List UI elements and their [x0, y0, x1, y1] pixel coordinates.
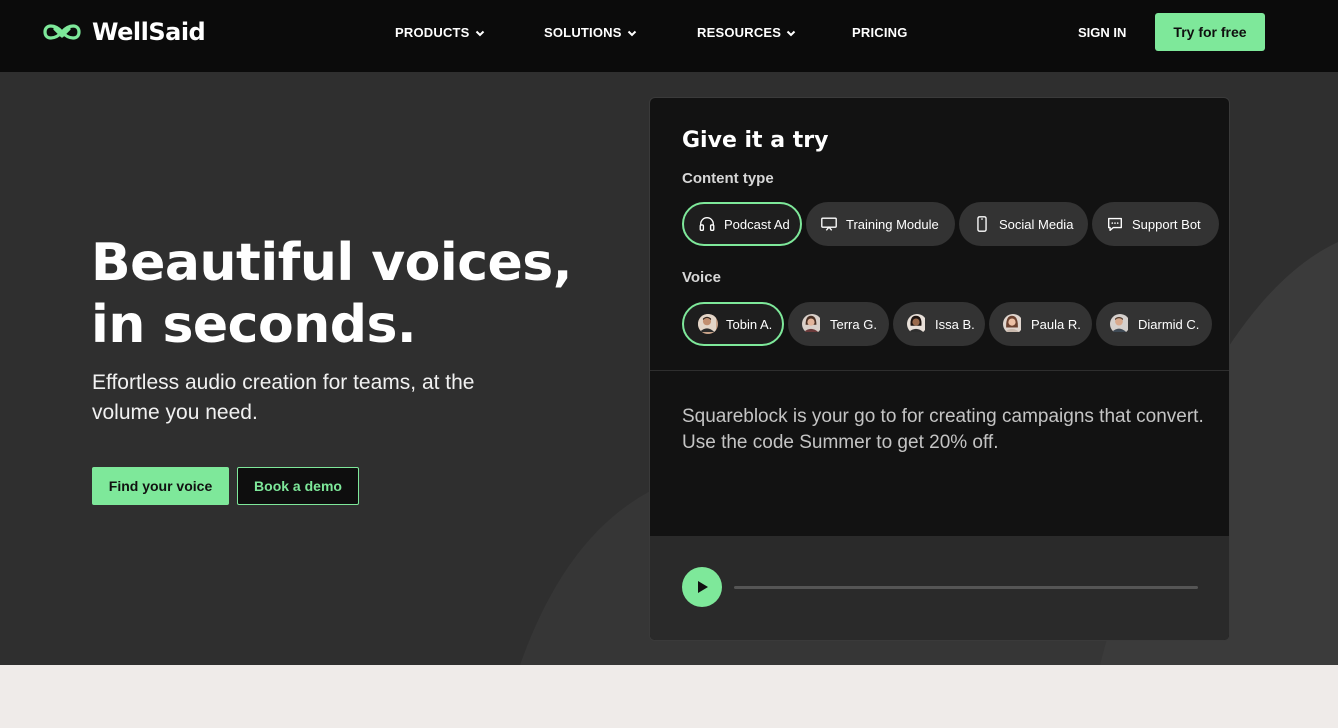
content-type-label: Content type	[682, 170, 774, 187]
below-fold-section	[0, 665, 1338, 728]
panel-divider	[650, 370, 1229, 371]
nav-pricing[interactable]: PRICING	[852, 25, 908, 40]
brand-logo[interactable]: WellSaid	[42, 18, 206, 46]
chevron-down-icon	[786, 30, 796, 36]
top-nav: WellSaid PRODUCTS SOLUTIONS RESOURCES PR…	[0, 0, 1338, 72]
avatar	[698, 314, 718, 334]
nav-pricing-label: PRICING	[852, 25, 908, 40]
avatar	[802, 314, 822, 334]
voice-diarmid[interactable]: Diarmid C.	[1096, 302, 1212, 346]
voice-label-text: Tobin A.	[726, 316, 773, 332]
try-it-panel: Give it a try Content type Podcast Ad Tr…	[649, 97, 1230, 641]
voice-label-text: Diarmid C.	[1138, 316, 1200, 332]
voice-terra[interactable]: Terra G.	[788, 302, 889, 346]
content-type-support-bot[interactable]: Support Bot	[1092, 202, 1219, 246]
chevron-down-icon	[475, 30, 484, 36]
voice-tobin[interactable]: Tobin A.	[682, 302, 784, 346]
content-type-podcast-ad[interactable]: Podcast Ad	[682, 202, 802, 246]
book-a-demo-button[interactable]: Book a demo	[237, 467, 359, 505]
phone-icon	[977, 216, 987, 232]
voice-paula[interactable]: Paula R.	[989, 302, 1092, 346]
voice-label-text: Paula R.	[1031, 316, 1081, 332]
wellsaid-logo-icon	[43, 24, 81, 40]
find-your-voice-button[interactable]: Find your voice	[92, 467, 229, 505]
nav-products[interactable]: PRODUCTS	[395, 25, 485, 40]
panel-title: Give it a try	[682, 128, 829, 153]
nav-solutions[interactable]: SOLUTIONS	[544, 25, 637, 40]
play-icon	[698, 581, 708, 593]
content-type-label-text: Social Media	[999, 216, 1074, 232]
hero-subhead: Effortless audio creation for teams, at …	[92, 371, 475, 424]
avatar	[907, 314, 927, 334]
content-type-social-media[interactable]: Social Media	[959, 202, 1088, 246]
content-type-training-module[interactable]: Training Module	[806, 202, 955, 246]
audio-player	[650, 536, 1229, 640]
chat-icon	[1108, 217, 1122, 231]
avatar	[1003, 314, 1023, 334]
content-type-label-text: Support Bot	[1132, 216, 1201, 232]
try-for-free-button[interactable]: Try for free	[1155, 13, 1265, 51]
brand-name: WellSaid	[92, 18, 206, 46]
voice-label-text: Issa B.	[935, 316, 975, 332]
content-type-label-text: Podcast Ad	[724, 216, 790, 232]
headphones-icon	[699, 217, 715, 231]
voice-label: Voice	[682, 269, 721, 286]
hero-headline-line2: in seconds.	[91, 295, 417, 355]
nav-solutions-label: SOLUTIONS	[544, 25, 622, 40]
script-textarea[interactable]: Squareblock is your go to for creating c…	[682, 404, 1212, 456]
nav-resources-label: RESOURCES	[697, 25, 782, 40]
chevron-down-icon	[627, 30, 636, 36]
sign-in-link[interactable]: SIGN IN	[1078, 25, 1126, 40]
hero-section: Beautiful voices, in seconds. Effortless…	[0, 72, 1338, 665]
play-button[interactable]	[682, 567, 722, 607]
hero-headline: Beautiful voices, in seconds.	[91, 232, 611, 356]
hero-headline-line1: Beautiful voices,	[91, 233, 573, 293]
avatar	[1110, 314, 1130, 334]
voice-label-text: Terra G.	[830, 316, 877, 332]
nav-resources[interactable]: RESOURCES	[697, 25, 796, 40]
nav-products-label: PRODUCTS	[395, 25, 470, 40]
voice-issa[interactable]: Issa B.	[893, 302, 985, 346]
presentation-icon	[821, 217, 837, 231]
content-type-label-text: Training Module	[846, 216, 939, 232]
audio-progress-track[interactable]	[734, 586, 1198, 589]
